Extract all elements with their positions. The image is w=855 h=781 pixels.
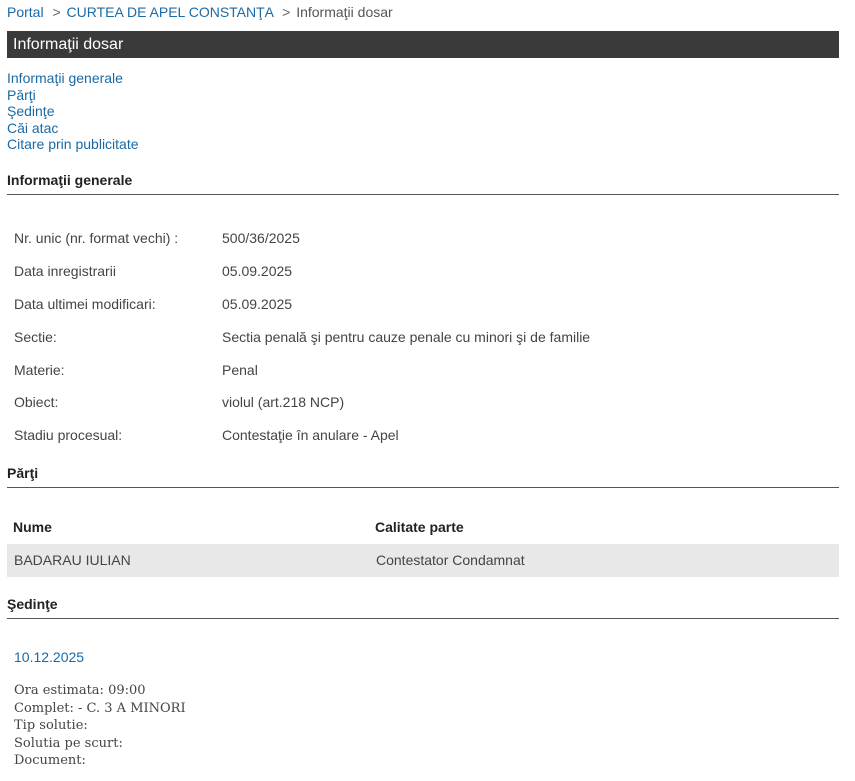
info-value: violul (art.218 NCP) <box>222 394 345 411</box>
info-row-sectie: Sectie: Sectia penală şi pentru cauze pe… <box>14 320 590 353</box>
info-value: Sectia penală şi pentru cauze penale cu … <box>222 328 591 345</box>
breadcrumb: Portal > CURTEA DE APEL CONSTANŢA > Info… <box>7 4 393 20</box>
info-label: Data ultimei modificari: <box>14 295 156 312</box>
section-heading-general: Informaţii generale <box>7 170 839 195</box>
info-label: Sectie: <box>14 328 57 345</box>
info-row-obiect: Obiect: violul (art.218 NCP) <box>14 386 590 419</box>
info-row-nr-unic: Nr. unic (nr. format vechi) : 500/36/202… <box>14 222 590 255</box>
info-label: Obiect: <box>14 394 59 411</box>
party-role: Contestator Condamnat <box>376 552 525 568</box>
info-label: Data inregistrarii <box>14 263 116 280</box>
info-value: 05.09.2025 <box>222 263 293 280</box>
section-heading-parti: Părţi <box>7 463 839 488</box>
hearing-time: Ora estimata: 09:00 <box>14 683 146 698</box>
parti-table-header: Nume Calitate parte <box>7 512 839 542</box>
breadcrumb-separator: > <box>282 4 291 20</box>
info-value: Contestaţie în anulare - Apel <box>222 427 399 444</box>
party-name: BADARAU IULIAN <box>14 552 131 568</box>
anchor-link-citare-prin-publicitate[interactable]: Citare prin publicitate <box>7 136 139 153</box>
info-label: Stadiu procesual: <box>14 427 123 444</box>
hearing-details: Ora estimata: 09:00 Complet: - C. 3 A MI… <box>14 682 186 770</box>
info-row-stadiu-procesual: Stadiu procesual: Contestaţie în anulare… <box>14 419 590 452</box>
anchor-link-parti[interactable]: Părţi <box>7 87 139 104</box>
column-header-nume: Nume <box>13 519 52 535</box>
hearing-panel: Complet: - C. 3 A MINORI <box>14 700 186 716</box>
hearing-document: Document: <box>14 753 86 768</box>
info-row-data-inregistrarii: Data inregistrarii 05.09.2025 <box>14 255 590 288</box>
anchor-link-sedinte[interactable]: Şedinţe <box>7 103 139 120</box>
hearing-solution-type: Tip solutie: <box>14 718 88 733</box>
breadcrumb-portal-link[interactable]: Portal <box>7 4 44 20</box>
breadcrumb-current: Informaţii dosar <box>296 4 393 20</box>
anchor-link-cai-atac[interactable]: Căi atac <box>7 120 139 137</box>
hearing-solution-summary: Solutia pe scurt: <box>14 735 123 751</box>
column-header-calitate-parte: Calitate parte <box>375 519 464 535</box>
info-row-data-ultimei-modificari: Data ultimei modificari: 05.09.2025 <box>14 288 590 321</box>
table-row: BADARAU IULIAN Contestator Condamnat <box>7 544 839 577</box>
breadcrumb-court-link[interactable]: CURTEA DE APEL CONSTANŢA <box>67 4 274 20</box>
section-anchor-nav: Informaţii generale Părţi Şedinţe Căi at… <box>7 70 139 153</box>
info-label: Nr. unic (nr. format vechi) : <box>14 230 179 247</box>
info-value: Penal <box>222 361 258 378</box>
anchor-link-informatii-generale[interactable]: Informaţii generale <box>7 70 139 87</box>
info-value: 05.09.2025 <box>222 295 293 312</box>
general-info-table: Nr. unic (nr. format vechi) : 500/36/202… <box>14 222 590 452</box>
breadcrumb-separator: > <box>52 4 61 20</box>
hearing-date: 10.12.2025 <box>14 649 85 665</box>
section-heading-sedinte: Şedinţe <box>7 594 839 619</box>
info-value: 500/36/2025 <box>222 230 300 247</box>
page-title: Informaţii dosar <box>7 31 839 58</box>
info-row-materie: Materie: Penal <box>14 353 590 386</box>
info-label: Materie: <box>14 361 65 378</box>
